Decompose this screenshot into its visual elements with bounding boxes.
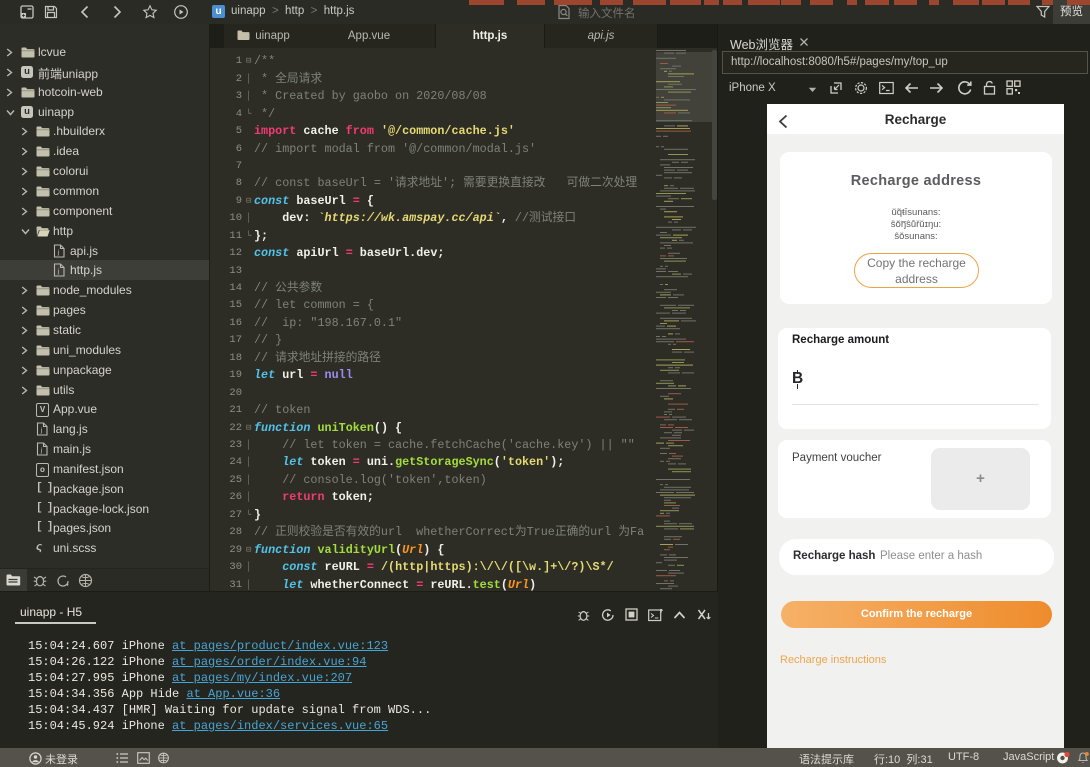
svg-text:j: j bbox=[57, 268, 59, 275]
svg-text:j: j bbox=[57, 249, 59, 256]
svg-text:j: j bbox=[40, 427, 42, 434]
svg-text:j: j bbox=[40, 447, 42, 454]
